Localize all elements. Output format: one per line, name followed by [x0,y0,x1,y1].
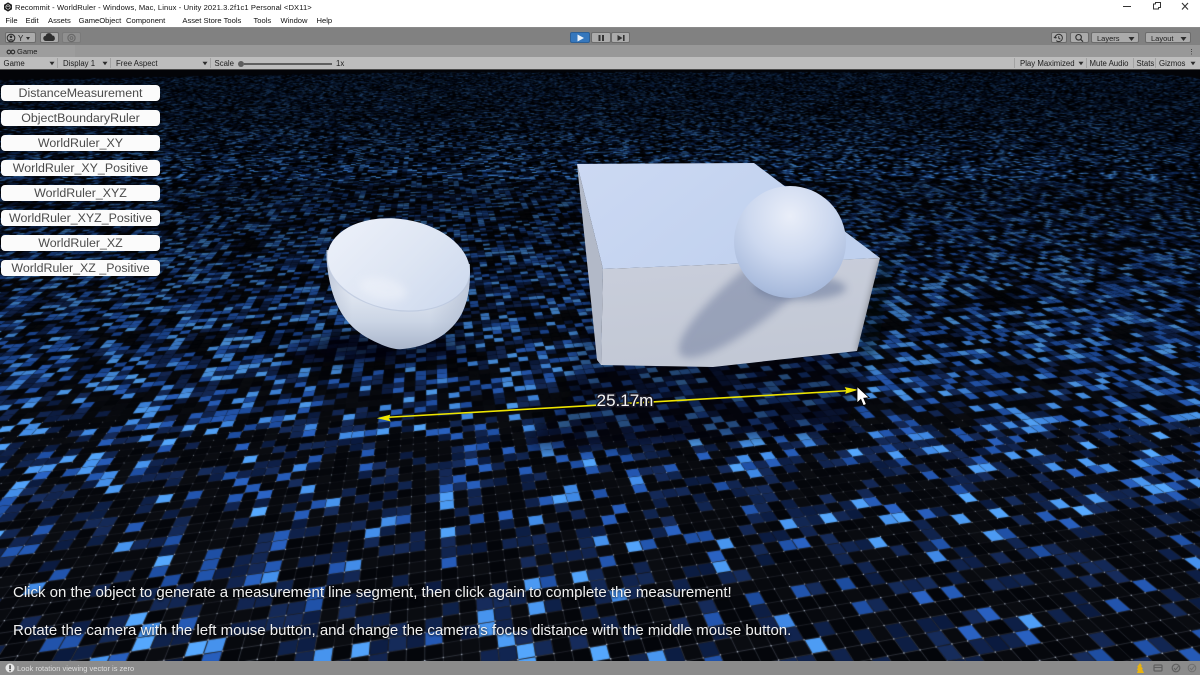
svg-text:Y: Y [18,34,24,43]
svg-text:25.17m: 25.17m [597,391,654,410]
